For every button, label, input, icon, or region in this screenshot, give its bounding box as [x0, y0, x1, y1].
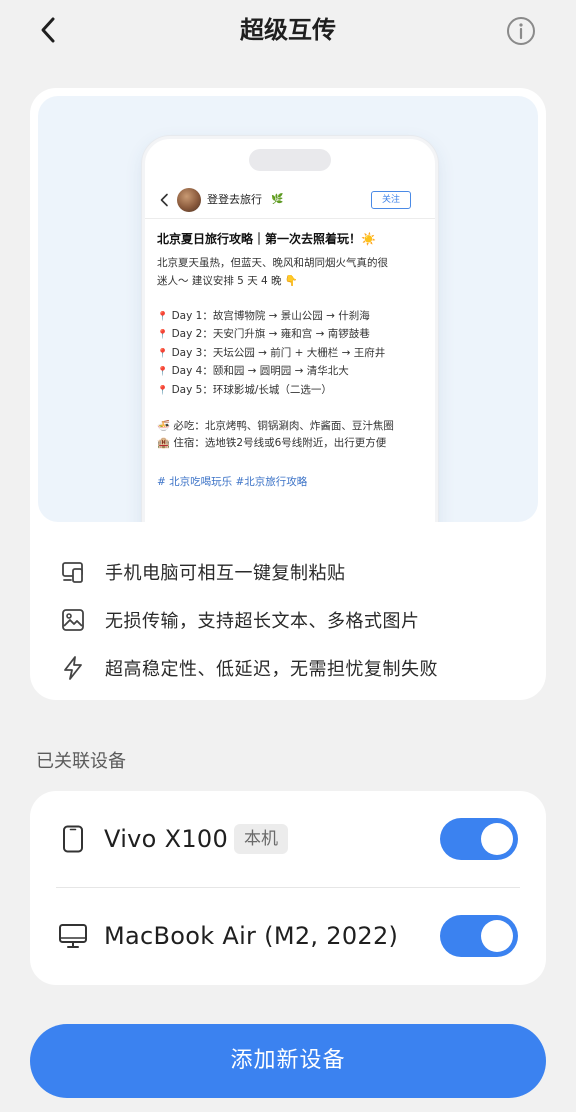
post-title: 北京夏日旅行攻略｜第一次去照着玩！☀️: [157, 232, 376, 246]
info-icon: [507, 17, 535, 45]
avatar: [177, 188, 201, 212]
post-intro-line: 迷人～ 建议安排 5 天 4 晚 👇: [157, 274, 298, 287]
device-toggle-macbook[interactable]: [440, 915, 518, 957]
post-day-line: 📍 Day 4：颐和园 → 圆明园 → 清华北大: [157, 365, 349, 377]
current-device-badge: 本机: [234, 824, 288, 854]
device-row-macbook[interactable]: MacBook Air (M2, 2022): [30, 888, 546, 984]
post-day-line: 📍 Day 3：天坛公园 → 前门 + 大栅栏 → 王府井: [157, 346, 386, 359]
post-intro-line: 北京夏天虽热，但蓝天、晚风和胡同烟火气真的很: [157, 257, 388, 269]
info-button[interactable]: [504, 14, 538, 48]
page-title: 超级互传: [240, 16, 336, 44]
device-list: Vivo X100 本机 MacBook Air (M2, 2022): [30, 791, 546, 985]
post-day-line: 📍 Day 5：环球影城/长城（二选一）: [157, 383, 332, 396]
leaf-icon: 🌿: [271, 194, 284, 205]
post-tip-line: 🍜 必吃：北京烤鸭、铜锅涮肉、炸酱面、豆汁焦圈: [157, 419, 394, 432]
post-day-line: 📍 Day 1：故宫博物院 → 景山公园 → 什刹海: [157, 309, 370, 322]
lightning-icon: [58, 653, 88, 683]
feature-card: 登登去旅行 🌿 关注 北京夏日旅行攻略｜第一次去照着玩！☀️ 北京夏天虽热，但蓝…: [30, 88, 546, 700]
preview-illustration: 登登去旅行 🌿 关注 北京夏日旅行攻略｜第一次去照着玩！☀️ 北京夏天虽热，但蓝…: [38, 96, 538, 522]
pin-icon: 📍: [157, 330, 169, 340]
post-tip-line: 🏨 住宿：选地铁2号线或6号线附近，出行更方便: [157, 437, 387, 449]
post-author: 登登去旅行: [207, 193, 262, 206]
feature-item: 超高稳定性、低延迟，无需担忧复制失败: [58, 644, 528, 692]
device-toggle-vivo[interactable]: [440, 818, 518, 860]
pin-icon: 📍: [157, 311, 169, 322]
feature-text: 无损传输，支持超长文本、多格式图片: [105, 611, 420, 632]
follow-button: 关注: [371, 191, 411, 209]
device-name: MacBook Air (M2, 2022): [104, 922, 399, 950]
devices-icon: [58, 557, 88, 587]
feature-list: 手机电脑可相互一键复制粘贴 无损传输，支持超长文本、多格式图片 超高稳定性、低延…: [58, 548, 528, 692]
add-device-button[interactable]: 添加新设备: [30, 1024, 546, 1098]
post-day-line: 📍 Day 2：天安门升旗 → 雍和宫 → 南锣鼓巷: [157, 328, 370, 340]
feature-item: 手机电脑可相互一键复制粘贴: [58, 548, 528, 596]
device-name: Vivo X100: [104, 825, 229, 853]
pin-icon: 📍: [157, 348, 169, 359]
post-body: 北京夏日旅行攻略｜第一次去照着玩！☀️ 北京夏天虽热，但蓝天、晚风和胡同烟火气真…: [157, 229, 419, 492]
post-header: 登登去旅行 🌿 关注: [145, 183, 435, 219]
phone-notch: [249, 149, 331, 171]
top-bar: 超级互传: [0, 0, 576, 64]
device-row-vivo[interactable]: Vivo X100 本机: [30, 791, 546, 887]
section-title-linked-devices: 已关联设备: [36, 751, 126, 772]
monitor-icon: [58, 921, 88, 951]
pin-icon: 📍: [157, 385, 169, 396]
post-tags: # 北京吃喝玩乐 #北京旅行攻略: [157, 476, 308, 488]
phone-mockup: 登登去旅行 🌿 关注 北京夏日旅行攻略｜第一次去照着玩！☀️ 北京夏天虽热，但蓝…: [142, 136, 438, 522]
post-back-icon: [157, 191, 171, 209]
feature-text: 超高稳定性、低延迟，无需担忧复制失败: [105, 659, 438, 680]
feature-text: 手机电脑可相互一键复制粘贴: [105, 563, 346, 584]
pin-icon: 📍: [157, 367, 169, 377]
feature-item: 无损传输，支持超长文本、多格式图片: [58, 596, 528, 644]
image-icon: [58, 605, 88, 635]
phone-icon: [58, 824, 88, 854]
